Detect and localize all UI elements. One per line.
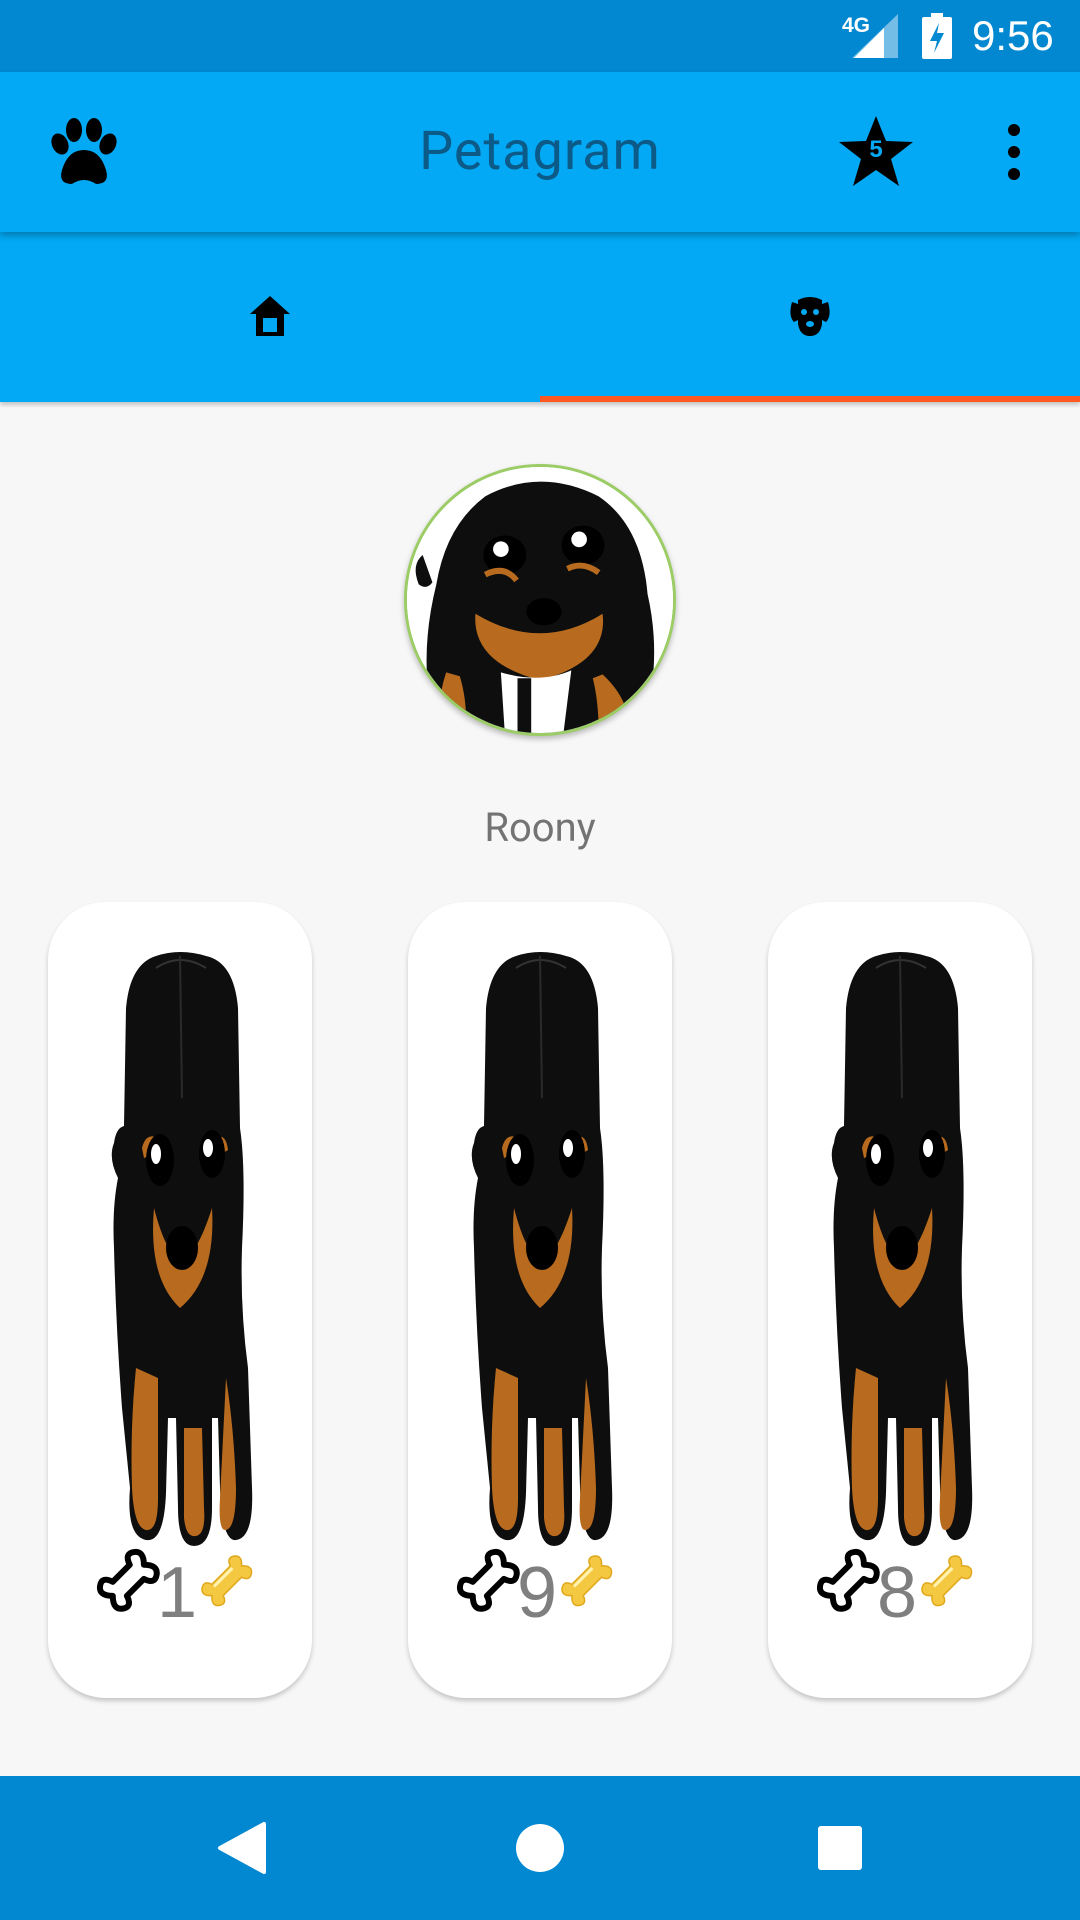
tab-indicator bbox=[540, 396, 1080, 402]
dog-photo bbox=[96, 948, 264, 1548]
profile-avatar bbox=[404, 464, 676, 736]
dog-photo bbox=[456, 948, 624, 1548]
signal-icon bbox=[852, 14, 898, 58]
bone-gold-icon bbox=[558, 1552, 617, 1611]
app-bar: Petagram 5 bbox=[0, 72, 1080, 232]
battery-charging-icon bbox=[922, 13, 952, 59]
system-nav-bar bbox=[0, 1776, 1080, 1920]
more-vert-icon[interactable] bbox=[994, 122, 1034, 182]
recents-icon[interactable] bbox=[818, 1826, 862, 1870]
tab-bar bbox=[0, 232, 1080, 402]
dog-face-icon bbox=[790, 297, 830, 336]
app-title: Petagram bbox=[419, 120, 661, 183]
status-bar: 4G 9:56 bbox=[0, 0, 1080, 72]
photo-card[interactable]: 9 bbox=[408, 902, 672, 1698]
photo-card[interactable]: 1 bbox=[48, 902, 312, 1698]
clock: 9:56 bbox=[972, 12, 1054, 59]
photo-card[interactable]: 8 bbox=[768, 902, 1032, 1698]
tab-profile[interactable] bbox=[540, 232, 1080, 402]
home-icon bbox=[250, 296, 290, 336]
back-icon[interactable] bbox=[216, 1822, 266, 1874]
bone-gold-icon bbox=[198, 1552, 257, 1611]
dog-photo bbox=[816, 948, 984, 1548]
dog-portrait-image bbox=[407, 467, 673, 733]
bone-gold-icon bbox=[918, 1552, 977, 1611]
home-nav-icon[interactable] bbox=[514, 1822, 566, 1874]
tab-home[interactable] bbox=[0, 232, 540, 402]
profile-name: Roony bbox=[484, 804, 596, 851]
favorites-count: 5 bbox=[869, 136, 883, 163]
